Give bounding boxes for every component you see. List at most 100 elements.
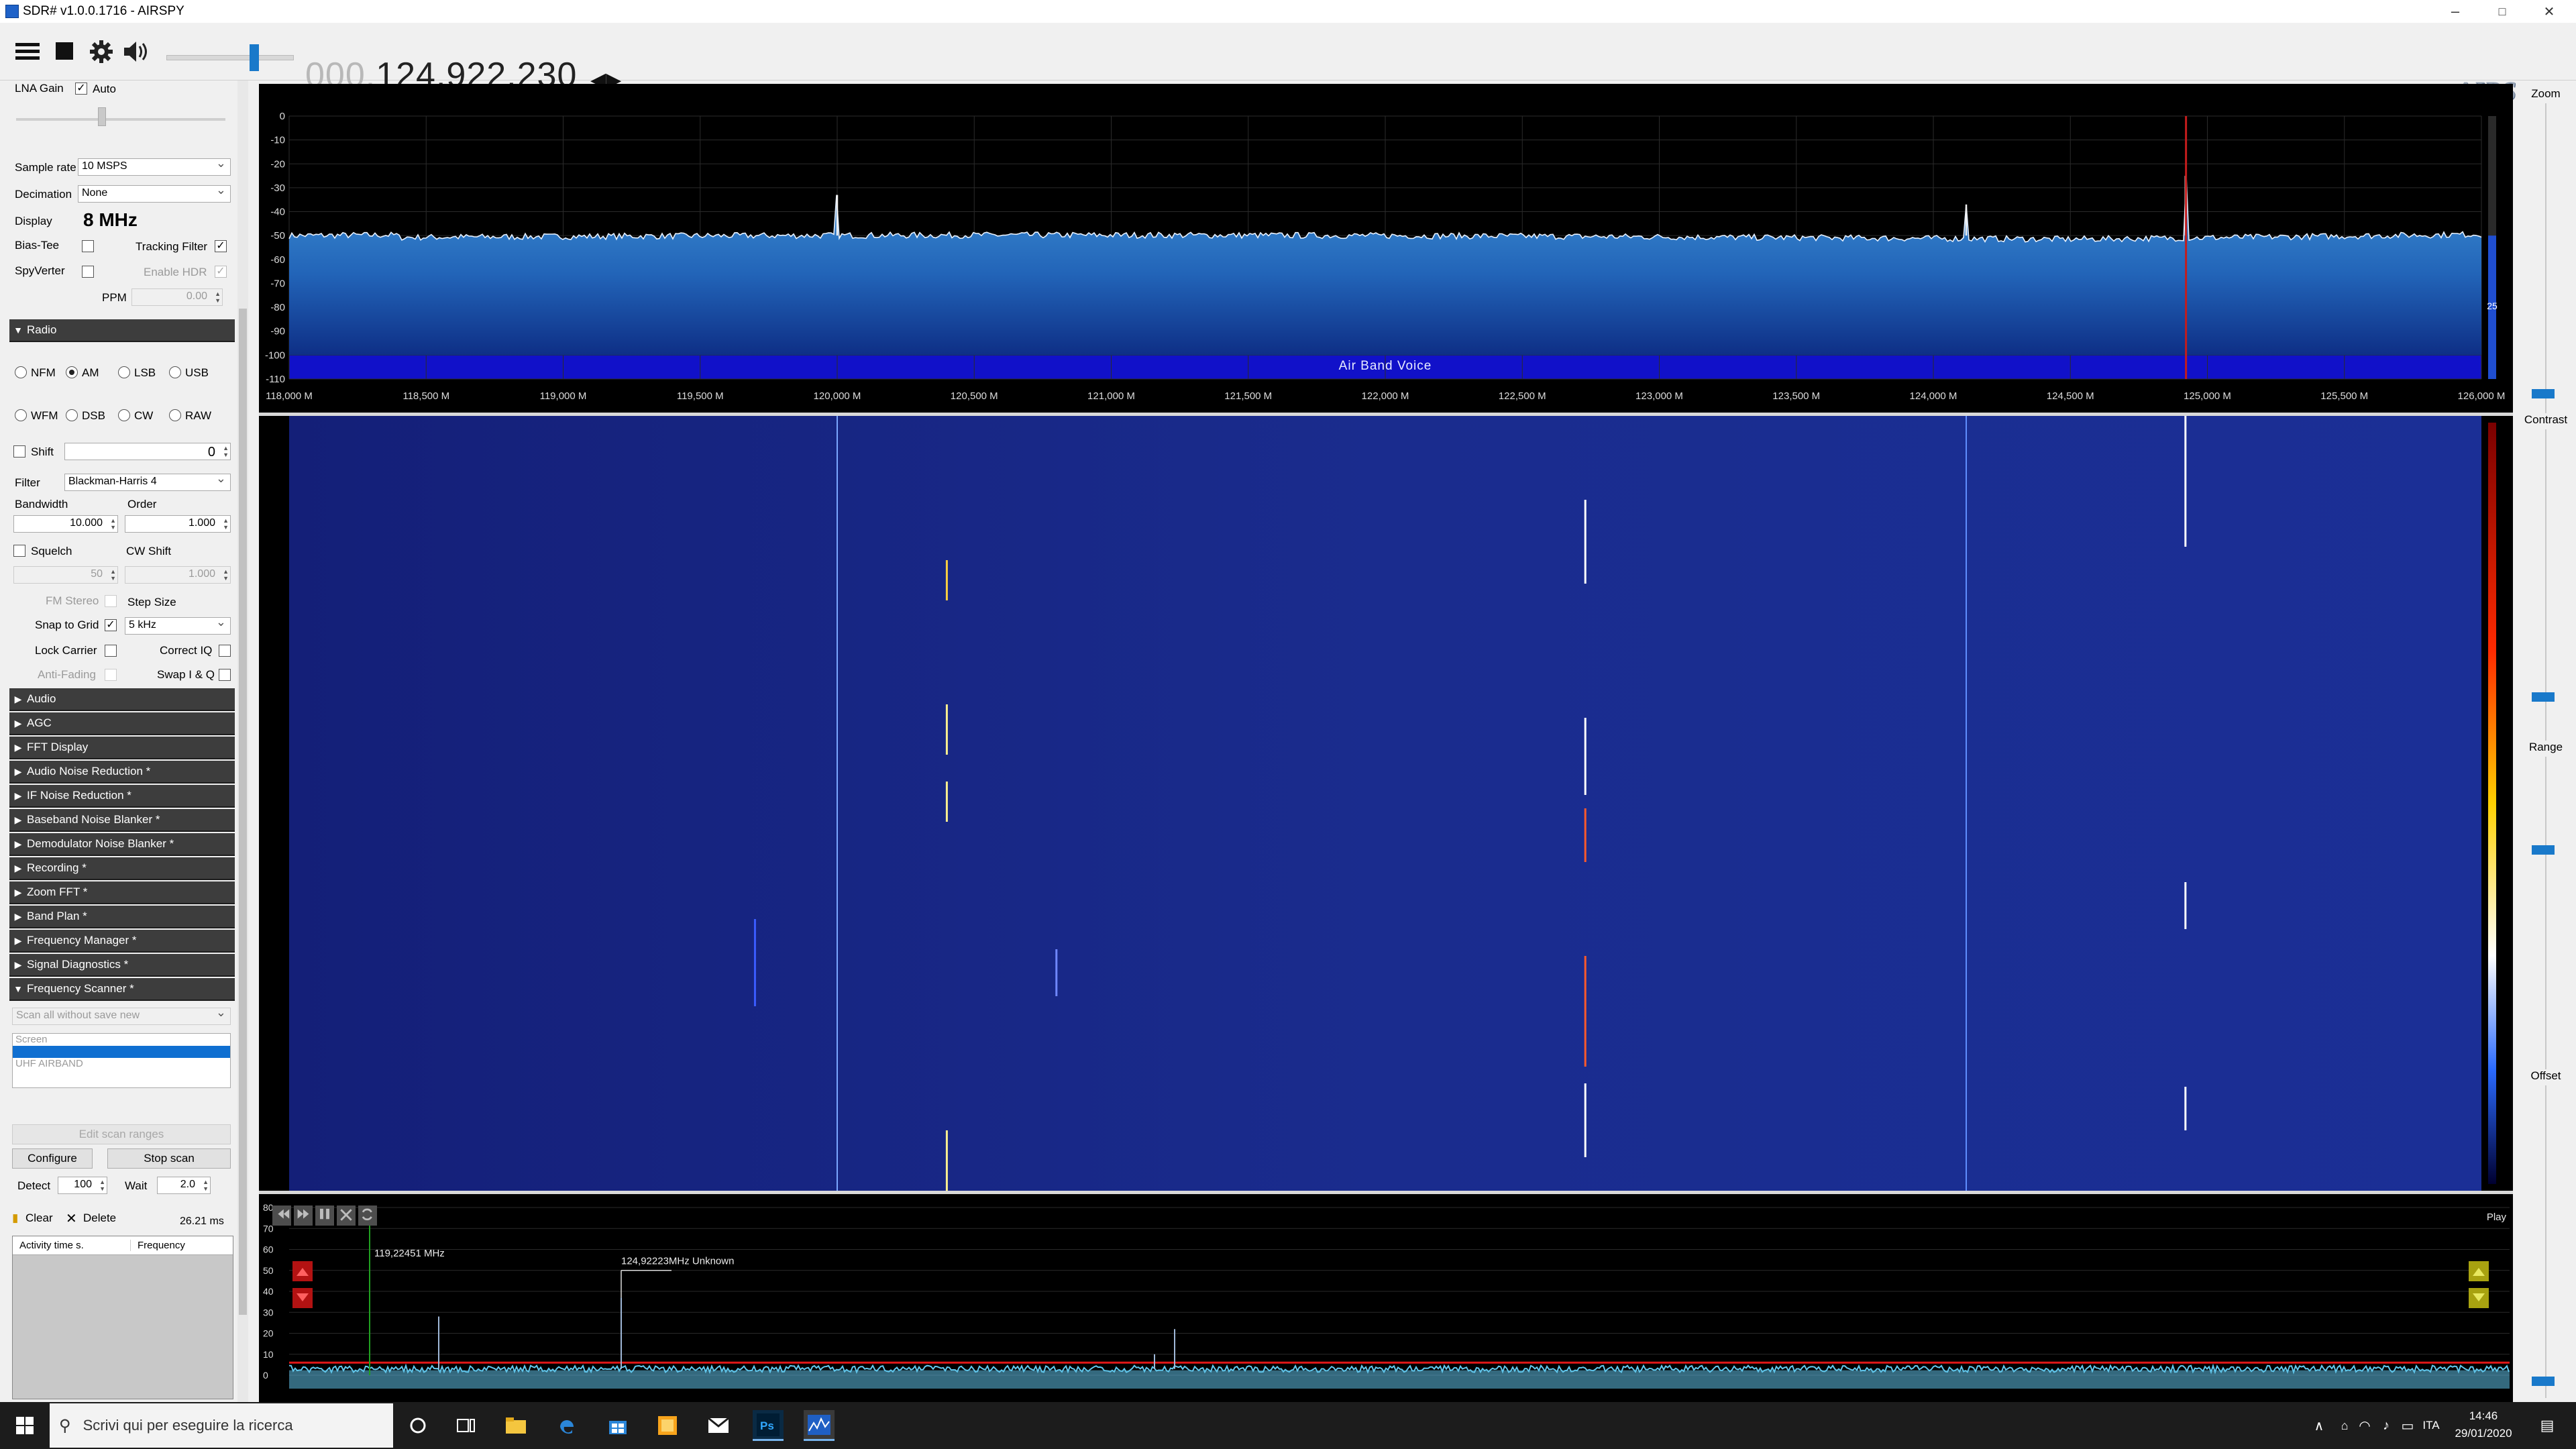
section-header-signal-diagnostics[interactable]: ▶ Signal Diagnostics *	[9, 954, 235, 977]
section-header-recording[interactable]: ▶ Recording *	[9, 857, 235, 880]
radio-section-header[interactable]: ▼ Radio	[9, 319, 235, 342]
bandwidth-input[interactable]: 10.000 ▲ ▼	[13, 515, 118, 533]
speaker-icon[interactable]	[121, 36, 152, 67]
menu-icon[interactable]	[12, 36, 43, 67]
section-header-frequency-scanner[interactable]: ▼ Frequency Scanner *	[9, 978, 235, 1001]
section-header-band-plan[interactable]: ▶ Band Plan *	[9, 906, 235, 928]
clock[interactable]: 14:46 29/01/2020	[2449, 1407, 2518, 1442]
section-header-fft-display[interactable]: ▶ FFT Display	[9, 737, 235, 759]
section-header-agc[interactable]: ▶ AGC	[9, 712, 235, 735]
bandwidth-spin-icon[interactable]: ▲ ▼	[110, 517, 116, 531]
tracking-filter-checkbox[interactable]: ✓	[215, 240, 227, 252]
windows-start-icon[interactable]	[9, 1410, 40, 1441]
squelch-spin-icon[interactable]: ▲ ▼	[110, 568, 116, 582]
detect-spin-icon[interactable]: ▲ ▼	[99, 1179, 105, 1192]
offset-slider-thumb[interactable]	[2532, 1377, 2555, 1386]
mode-radio-wfm[interactable]	[15, 409, 27, 421]
shift-input[interactable]: 0 ▲ ▼	[64, 443, 231, 460]
mode-radio-am[interactable]	[66, 366, 78, 378]
correct-iq-checkbox[interactable]	[219, 645, 231, 657]
lna-gain-slider[interactable]	[16, 118, 225, 121]
task-view-icon[interactable]	[451, 1410, 482, 1441]
cortana-icon[interactable]	[402, 1410, 433, 1441]
section-header-audio[interactable]: ▶ Audio	[9, 688, 235, 711]
control-panel-scroll-thumb[interactable]	[239, 309, 247, 1315]
volume-slider-track[interactable]	[166, 55, 294, 60]
scan-mode-select[interactable]: Scan all without save new	[12, 1008, 231, 1025]
minimize-button[interactable]: –	[2432, 0, 2479, 23]
step-size-select[interactable]: 5 kHz	[125, 617, 231, 635]
delete-icon[interactable]: ✕	[66, 1210, 77, 1227]
zoom-slider-track[interactable]	[2545, 103, 2546, 413]
cw-shift-input[interactable]: 1.000 ▲ ▼	[125, 566, 231, 584]
squelch-input[interactable]: 50 ▲ ▼	[13, 566, 118, 584]
fm-stereo-checkbox[interactable]	[105, 595, 117, 607]
pause-icon[interactable]	[315, 1205, 334, 1226]
sdrsharp-taskbar-icon[interactable]	[804, 1410, 835, 1441]
threshold-up-button[interactable]	[292, 1261, 313, 1281]
control-panel-scrollbar[interactable]	[237, 80, 248, 1402]
section-header-baseband-noise-blanker[interactable]: ▶ Baseband Noise Blanker *	[9, 809, 235, 832]
mode-radio-dsb[interactable]	[66, 409, 78, 421]
contrast-slider-thumb[interactable]	[2532, 692, 2555, 702]
panel-splitter[interactable]	[259, 1191, 2513, 1194]
wait-spin-icon[interactable]: ▲ ▼	[203, 1179, 209, 1192]
waterfall-panel[interactable]	[259, 413, 2513, 1194]
zoom-slider-thumb[interactable]	[2532, 389, 2555, 398]
clear-icon[interactable]: ▮	[12, 1212, 18, 1225]
configure-button[interactable]: Configure	[12, 1148, 93, 1169]
filter-select[interactable]: Blackman-Harris 4	[64, 474, 231, 491]
ppm-input[interactable]: 0.00 ▲ ▼	[131, 288, 223, 306]
scanner-panel[interactable]: 80 70 60 50 40 30 20 10 0 119,22451 MHz 124,92223M…	[259, 1194, 2513, 1402]
section-header-frequency-manager[interactable]: ▶ Frequency Manager *	[9, 930, 235, 953]
bias-tee-checkbox[interactable]	[82, 240, 94, 252]
edit-scan-ranges-button[interactable]: Edit scan ranges	[12, 1124, 231, 1144]
taskbar-search-box[interactable]: ⚲ Scrivi qui per eseguire la ricerca	[50, 1403, 393, 1448]
swap-iq-checkbox[interactable]	[219, 669, 231, 681]
close-button[interactable]: ✕	[2526, 0, 2573, 23]
spyverter-checkbox[interactable]	[82, 266, 94, 278]
detect-input[interactable]: 100 ▲ ▼	[58, 1177, 107, 1194]
gear-icon[interactable]	[86, 36, 117, 67]
range-slider-track[interactable]	[2545, 757, 2546, 1069]
photoshop-icon[interactable]: Ps	[753, 1410, 784, 1441]
shift-spin-icon[interactable]: ▲ ▼	[223, 445, 229, 458]
auto-gain-checkbox[interactable]: ✓	[75, 83, 87, 95]
spectrum-waterfall-svg[interactable]: 0 -10 -20 -30 -40 -50 -60 -70 -80 -90 -100 -110 118,…	[259, 84, 2513, 1402]
sample-rate-select[interactable]: 10 MSPS	[78, 158, 231, 176]
volume-slider-thumb[interactable]	[249, 44, 259, 71]
scan-down-button[interactable]	[2469, 1288, 2489, 1308]
section-header-audio-noise-reduction[interactable]: ▶ Audio Noise Reduction *	[9, 761, 235, 784]
cw-shift-spin-icon[interactable]: ▲ ▼	[223, 568, 229, 582]
anti-fading-checkbox[interactable]	[105, 669, 117, 681]
section-header-demodulator-noise-blanker[interactable]: ▶ Demodulator Noise Blanker *	[9, 833, 235, 856]
section-header-zoom-fft[interactable]: ▶ Zoom FFT *	[9, 881, 235, 904]
lna-gain-thumb[interactable]	[98, 107, 106, 126]
mode-radio-raw[interactable]	[169, 409, 181, 421]
range-slider-thumb[interactable]	[2532, 845, 2555, 855]
offset-slider-track[interactable]	[2545, 1085, 2546, 1398]
delete-button[interactable]: Delete	[83, 1212, 116, 1225]
section-header-if-noise-reduction[interactable]: ▶ IF Noise Reduction *	[9, 785, 235, 808]
lock-carrier-checkbox[interactable]	[105, 645, 117, 657]
file-explorer-icon[interactable]	[500, 1410, 531, 1441]
frequency-column-header[interactable]: Frequency	[131, 1240, 185, 1251]
plot-area[interactable]: 0 -10 -20 -30 -40 -50 -60 -70 -80 -90 -100 -110 118,…	[259, 84, 2513, 1402]
scan-range-item-selected[interactable]	[13, 1046, 230, 1058]
shift-checkbox[interactable]	[13, 445, 25, 458]
squelch-checkbox[interactable]	[13, 545, 25, 557]
scan-range-item[interactable]: Screen	[13, 1034, 230, 1046]
threshold-down-button[interactable]	[292, 1288, 313, 1308]
notification-center-icon[interactable]: ▤	[2532, 1410, 2563, 1441]
scan-up-button[interactable]	[2469, 1261, 2489, 1281]
order-input[interactable]: 1.000 ▲ ▼	[125, 515, 231, 533]
input-language[interactable]: ITA	[2419, 1410, 2443, 1441]
mail-icon[interactable]	[703, 1410, 734, 1441]
rewind-icon[interactable]	[272, 1205, 291, 1226]
wait-input[interactable]: 2.0 ▲ ▼	[157, 1177, 211, 1194]
activity-time-column-header[interactable]: Activity time s.	[13, 1240, 131, 1251]
ppm-spin-icon[interactable]: ▲ ▼	[215, 290, 221, 304]
cancel-icon[interactable]	[337, 1205, 356, 1226]
mode-radio-cw[interactable]	[118, 409, 130, 421]
order-spin-icon[interactable]: ▲ ▼	[223, 517, 229, 531]
